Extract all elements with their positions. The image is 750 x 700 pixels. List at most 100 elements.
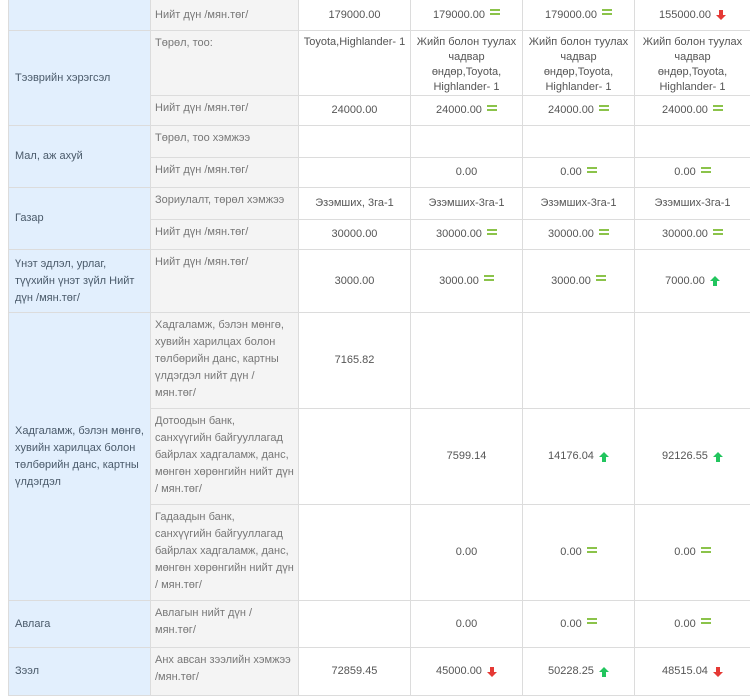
value-cell: 7000.00 [634, 249, 750, 313]
category-receivables: Авлага [8, 600, 151, 648]
value-cell [410, 125, 523, 158]
value-cell: Эзэмших-3га-1 [522, 187, 635, 220]
row-label: Зориулалт, төрөл хэмжээ [150, 187, 299, 220]
table-row: Хадгаламж, бэлэн мөнгө, хувийн харилцах … [8, 312, 750, 601]
row-label: Авлагын нийт дүн / мян.төг/ [150, 600, 299, 648]
category-savings: Хадгаламж, бэлэн мөнгө, хувийн харилцах … [8, 312, 151, 601]
value-cell: 72859.45 [298, 647, 411, 696]
value-cell [522, 312, 635, 409]
category-jewelry: Үнэт эдлэл, урлаг, түүхийн үнэт зүйл Ний… [8, 249, 151, 313]
equal-icon [486, 104, 497, 114]
row-label: Нийт дүн /мян.төг/ [150, 249, 299, 313]
equal-icon [712, 104, 723, 114]
value-cell [522, 125, 635, 158]
row-label: Дотоодын банк, санхүүгийн байгууллагад б… [150, 408, 299, 505]
value-cell: 30000.00 [634, 219, 750, 250]
row-label: Нийт дүн /мян.төг/ [150, 0, 299, 31]
equal-icon [490, 9, 500, 18]
assets-table: Нийт дүн /мян.төг/ 179000.00 179000.00 1… [8, 0, 750, 696]
equal-icon [483, 275, 494, 284]
equal-icon [700, 546, 711, 556]
row-label: Хадгаламж, бэлэн мөнгө, хувийн харилцах … [150, 312, 299, 409]
value-cell: 24000.00 [410, 95, 523, 126]
value-cell: 24000.00 [298, 95, 411, 126]
table-row: Зээл Анх авсан зээлийн хэмжээ /мян.төг/ … [8, 647, 750, 696]
equal-icon [602, 9, 612, 18]
value-cell: 3000.00 [298, 249, 411, 313]
down-arrow-icon [712, 666, 723, 677]
value-cell: 0.00 [410, 157, 523, 188]
equal-icon [586, 618, 597, 627]
value-cell: 0.00 [522, 504, 635, 601]
value-cell: 30000.00 [410, 219, 523, 250]
row-label: Нийт дүн /мян.төг/ [150, 95, 299, 126]
up-arrow-icon [598, 451, 609, 462]
value-cell: 48515.04 [634, 647, 750, 696]
value-cell: 0.00 [634, 600, 750, 648]
equal-icon [598, 104, 609, 114]
row-label: Нийт дүн /мян.төг/ [150, 157, 299, 188]
value-cell: 24000.00 [522, 95, 635, 126]
row-label: Гадаадын банк, санхүүгийн байгууллагад б… [150, 504, 299, 601]
table-row: Газар Зориулалт, төрөл хэмжээ Эзэмших, 3… [8, 187, 750, 250]
value-cell: 0.00 [522, 157, 635, 188]
row-label: Нийт дүн /мян.төг/ [150, 219, 299, 250]
value-cell: 7165.82 [298, 312, 411, 409]
row-label: Анх авсан зээлийн хэмжээ /мян.төг/ [150, 647, 299, 696]
equal-icon [595, 275, 606, 284]
equal-icon [586, 546, 597, 556]
value-cell: 50228.25 [522, 647, 635, 696]
row-label: Төрөл, тоо хэмжээ [150, 125, 299, 158]
value-cell: 0.00 [410, 600, 523, 648]
value-cell: 3000.00 [410, 249, 523, 313]
value-cell: Жийп болон туулах чадвар өндөр,Toyota, H… [522, 30, 635, 96]
category-loans: Зээл [8, 647, 151, 696]
value-cell: 92126.55 [634, 408, 750, 505]
up-arrow-icon [598, 666, 609, 677]
down-arrow-icon [486, 666, 497, 677]
equal-icon [712, 228, 723, 238]
category-livestock: Мал, аж ахуй [8, 125, 151, 188]
value-cell: Жийп болон туулах чадвар өндөр,Toyota, H… [634, 30, 750, 96]
up-arrow-icon [712, 451, 723, 462]
value-cell: Toyota,Highlander- 1 [298, 30, 411, 96]
value-cell [634, 312, 750, 409]
value-cell [298, 157, 411, 188]
category-cell [8, 0, 151, 31]
value-cell: 7599.14 [410, 408, 523, 505]
value-cell [298, 408, 411, 505]
table-row: Авлага Авлагын нийт дүн / мян.төг/ 0.00 … [8, 600, 750, 648]
equal-icon [700, 166, 711, 176]
category-land: Газар [8, 187, 151, 250]
value-cell [634, 125, 750, 158]
row-label: Төрөл, тоо: [150, 30, 299, 96]
equal-icon [486, 228, 497, 238]
value-cell [298, 125, 411, 158]
table-row: Үнэт эдлэл, урлаг, түүхийн үнэт зүйл Ний… [8, 249, 750, 313]
value-cell: Эзэмших-3га-1 [634, 187, 750, 220]
value-cell [298, 600, 411, 648]
value-cell: Эзэмших-3га-1 [410, 187, 523, 220]
value-cell: 179000.00 [522, 0, 635, 31]
value-cell [410, 312, 523, 409]
value-cell: 0.00 [410, 504, 523, 601]
table-row: Мал, аж ахуй Төрөл, тоо хэмжээ [8, 125, 750, 188]
value-cell: 179000.00 [298, 0, 411, 31]
table-row: Нийт дүн /мян.төг/ 179000.00 179000.00 1… [8, 0, 750, 31]
value-cell: 30000.00 [298, 219, 411, 250]
value-cell: 3000.00 [522, 249, 635, 313]
value-cell: 0.00 [634, 157, 750, 188]
equal-icon [598, 228, 609, 238]
value-cell [298, 504, 411, 601]
category-vehicles: Тээврийн хэрэгсэл [8, 30, 151, 126]
value-cell: 0.00 [634, 504, 750, 601]
up-arrow-icon [709, 276, 720, 287]
value-cell: 45000.00 [410, 647, 523, 696]
down-arrow-icon [716, 10, 726, 21]
equal-icon [586, 166, 597, 176]
value-cell: Эзэмших, 3га-1 [298, 187, 411, 220]
value-cell: Жийп болон туулах чадвар өндөр,Toyota, H… [410, 30, 523, 96]
value-cell: 30000.00 [522, 219, 635, 250]
table-row: Тээврийн хэрэгсэл Төрөл, тоо: Toyota,Hig… [8, 30, 750, 126]
value-cell: 0.00 [522, 600, 635, 648]
